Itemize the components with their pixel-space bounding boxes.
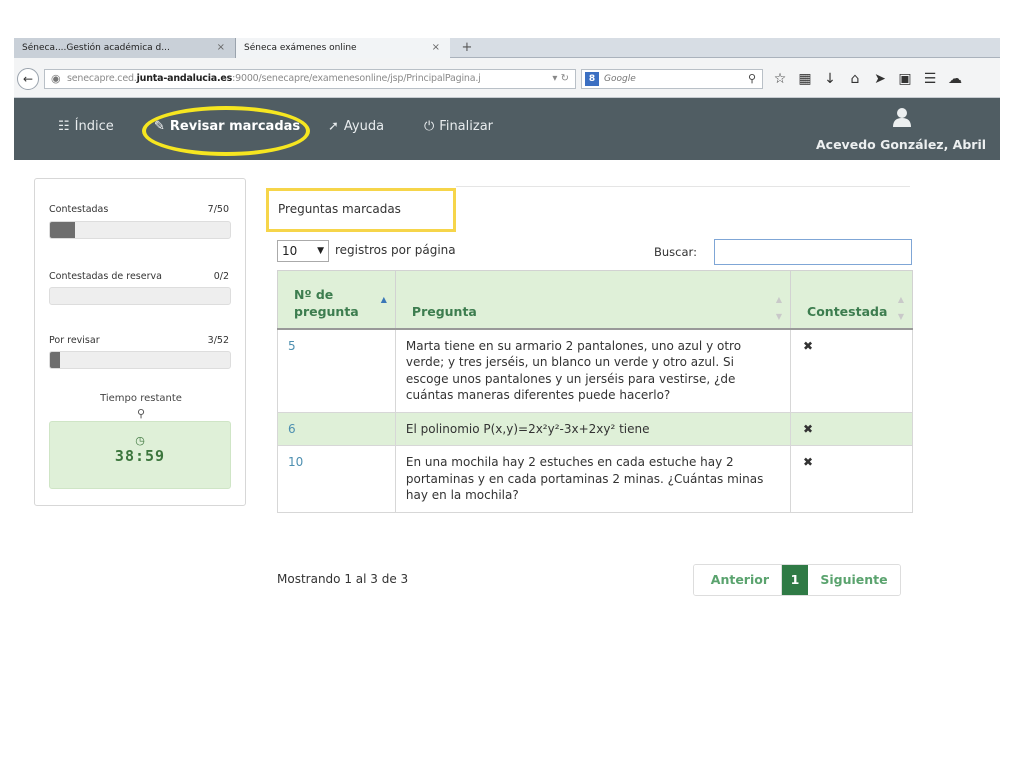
question-text[interactable]: El polinomio P(x,y)=2x²y²-3x+2xy² tiene (394, 411, 792, 446)
browser-tab-examenes[interactable]: Séneca exámenes online × (236, 38, 450, 58)
browser-tab-gestion[interactable]: Séneca....Gestión académica d... × (14, 38, 236, 58)
user-name[interactable]: Acevedo González, Abril (816, 137, 986, 152)
question-text[interactable]: Marta tiene en su armario 2 pantalones, … (394, 328, 792, 413)
review-count: 3/52 (207, 335, 229, 346)
bookmark-star-icon[interactable]: ☆ (772, 68, 788, 90)
browser-nav-bar: ← ◉ senecapre.ced.junta-andalucia.es:900… (14, 58, 1000, 98)
exam-stats-panel: Contestadas 7/50 Contestadas de reserva … (34, 178, 246, 506)
answered-count: 7/50 (207, 204, 229, 215)
home-icon[interactable]: ⌂ (847, 68, 863, 90)
section-title: Preguntas marcadas (278, 202, 401, 216)
previous-page-button[interactable]: Anterior (694, 565, 782, 595)
table-info: Mostrando 1 al 3 de 3 (277, 572, 409, 586)
table-row[interactable]: 6 El polinomio P(x,y)=2x²y²-3x+2xy² tien… (277, 411, 913, 446)
table-row[interactable]: 10 En una mochila hay 2 estuches en cada… (277, 445, 913, 513)
chevron-down-icon: ▼ (317, 246, 324, 256)
tab-label: Séneca exámenes online (244, 43, 357, 53)
browser-toolbar: ☆ ▦ ↓ ⌂ ➤ ▣ ☰ ☁ (772, 68, 963, 90)
reserve-label: Contestadas de reserva (49, 271, 162, 282)
sitemap-icon: ☷ (58, 119, 70, 134)
close-tab-icon[interactable]: × (217, 38, 225, 58)
next-page-button[interactable]: Siguiente (808, 565, 900, 595)
question-number[interactable]: 10 (277, 445, 396, 513)
section-title-box: Preguntas marcadas (266, 188, 456, 232)
menu-indice[interactable]: ☷ Índice (58, 119, 114, 134)
info-icon: ➚ (328, 119, 339, 134)
menu-icon[interactable]: ☰ (922, 68, 938, 90)
not-answered-icon: ✖ (790, 328, 913, 413)
highlight-ellipse (142, 106, 310, 156)
sort-icon: ▲ ▼ (897, 295, 904, 321)
review-progress-fill (50, 352, 61, 368)
answered-progress (49, 221, 231, 239)
screenshot-icon[interactable]: ▣ (897, 68, 913, 90)
question-number[interactable]: 5 (277, 328, 396, 413)
download-icon[interactable]: ↓ (822, 68, 838, 90)
clock-icon: ◷ (135, 434, 145, 447)
timer-box: ◷ 38:59 (49, 421, 231, 489)
page-length-label: registros por página (335, 243, 456, 257)
back-button[interactable]: ← (17, 68, 39, 90)
column-header-number[interactable]: Nº de pregunta ▲ (277, 270, 396, 330)
current-page-button[interactable]: 1 (782, 565, 808, 595)
browser-search-box[interactable]: 8 Google ⚲ (581, 69, 763, 89)
sort-icon: ▲ ▼ (775, 295, 783, 321)
menu-finalizar[interactable]: ⏻ Finalizar (424, 119, 493, 134)
answered-progress-fill (50, 222, 76, 238)
bookmarks-icon[interactable]: ▦ (797, 68, 813, 90)
new-tab-button[interactable]: + (452, 38, 482, 58)
time-remaining: 38:59 (114, 447, 166, 465)
url-text: senecapre.ced.junta-andalucia.es:9000/se… (67, 73, 481, 84)
search-label: Buscar: (654, 245, 697, 259)
close-tab-icon[interactable]: × (432, 38, 440, 58)
power-icon: ⏻ (424, 119, 435, 134)
zoom-icon[interactable]: ⚲ (35, 407, 247, 420)
review-label: Por revisar (49, 335, 100, 346)
reserve-progress (49, 287, 231, 305)
pagination: Anterior 1 Siguiente (693, 564, 901, 596)
marked-questions-table: Nº de pregunta ▲ Pregunta ▲ ▼ Contestada ▲ ▼ … (277, 270, 913, 513)
page-length-select[interactable]: 10 ▼ (277, 240, 329, 262)
column-header-answered[interactable]: Contestada ▲ ▼ (790, 270, 913, 330)
not-answered-icon: ✖ (790, 411, 913, 446)
addon-icon[interactable]: ☁ (947, 68, 963, 90)
divider (456, 186, 910, 187)
column-header-question[interactable]: Pregunta ▲ ▼ (394, 270, 792, 330)
table-row[interactable]: 5 Marta tiene en su armario 2 pantalones… (277, 328, 913, 413)
search-engine-label: Google (604, 74, 636, 84)
search-icon[interactable]: ⚲ (748, 70, 756, 88)
user-icon[interactable] (892, 107, 912, 127)
menu-ayuda[interactable]: ➚ Ayuda (328, 119, 384, 134)
search-input[interactable] (714, 239, 912, 265)
google-icon: 8 (585, 72, 599, 86)
browser-tab-bar: Séneca....Gestión académica d... × Sénec… (14, 38, 1000, 58)
sort-asc-icon: ▲ (380, 295, 387, 304)
send-icon[interactable]: ➤ (872, 68, 888, 90)
reserve-count: 0/2 (213, 271, 229, 282)
globe-icon: ◉ (51, 72, 61, 85)
reload-icon[interactable]: ▾ ↻ (552, 70, 569, 88)
url-bar[interactable]: ◉ senecapre.ced.junta-andalucia.es:9000/… (44, 69, 576, 89)
answered-label: Contestadas (49, 204, 109, 215)
question-text[interactable]: En una mochila hay 2 estuches en cada es… (394, 445, 792, 513)
time-remaining-label: Tiempo restante (100, 393, 182, 404)
tab-label: Séneca....Gestión académica d... (22, 43, 170, 53)
question-number[interactable]: 6 (277, 411, 396, 446)
table-header-row: Nº de pregunta ▲ Pregunta ▲ ▼ Contestada ▲ ▼ (277, 270, 913, 330)
review-progress (49, 351, 231, 369)
not-answered-icon: ✖ (790, 445, 913, 513)
